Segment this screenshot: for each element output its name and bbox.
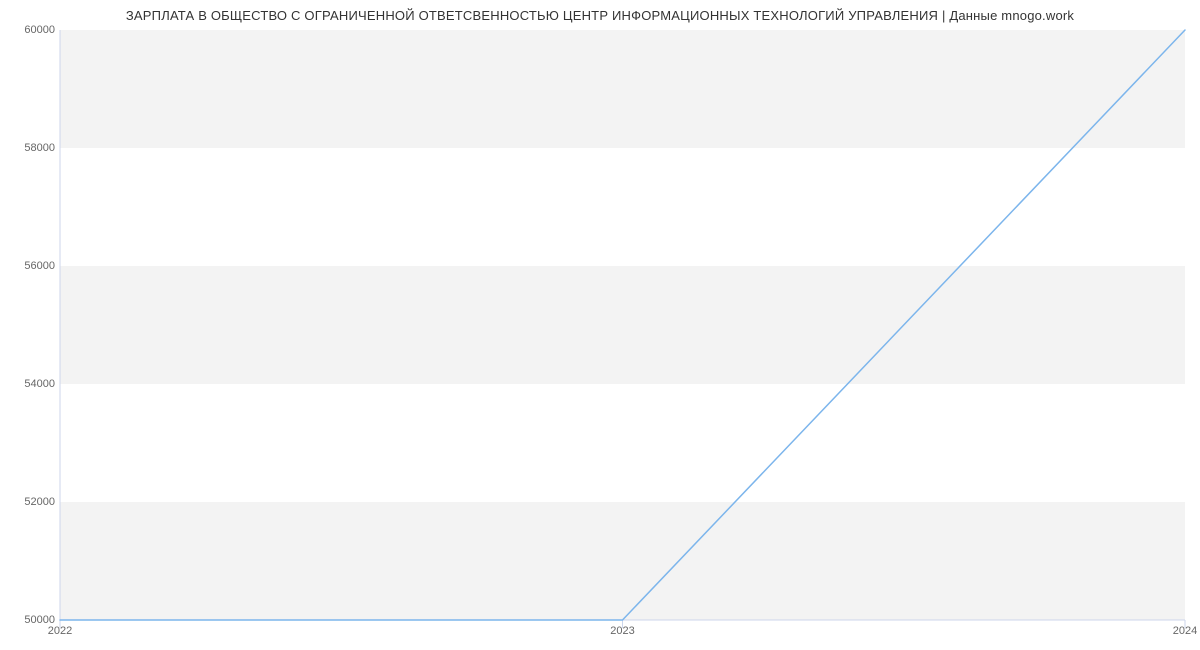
plot-area (60, 30, 1185, 620)
y-tick-label: 60000 (5, 24, 55, 36)
chart-title: ЗАРПЛАТА В ОБЩЕСТВО С ОГРАНИЧЕННОЙ ОТВЕТ… (0, 8, 1200, 23)
plot-svg (60, 30, 1185, 620)
y-tick-label: 52000 (5, 496, 55, 508)
grid-band (60, 30, 1185, 148)
y-tick-label: 56000 (5, 260, 55, 272)
salary-chart: ЗАРПЛАТА В ОБЩЕСТВО С ОГРАНИЧЕННОЙ ОТВЕТ… (0, 0, 1200, 650)
grid-band (60, 266, 1185, 384)
grid-band (60, 502, 1185, 620)
y-tick-label: 58000 (5, 142, 55, 154)
y-tick-label: 54000 (5, 378, 55, 390)
